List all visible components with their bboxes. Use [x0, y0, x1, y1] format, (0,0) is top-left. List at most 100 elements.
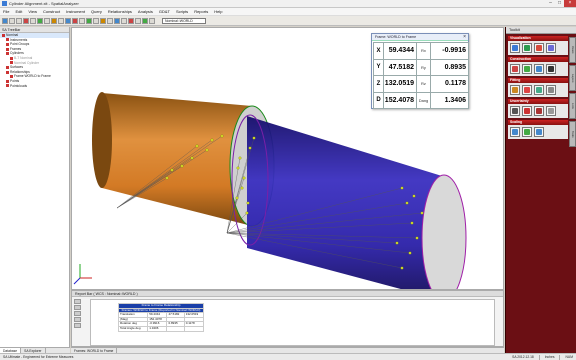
tree-list: Nominal Instruments Point Groups Frames Cyli…	[0, 33, 69, 88]
status-separator	[559, 354, 561, 360]
tree-node-icon	[6, 42, 9, 46]
menu-relationships[interactable]: Relationships	[108, 9, 132, 14]
menu-view[interactable]: View	[28, 9, 37, 14]
report-new-icon[interactable]	[74, 299, 81, 304]
rotate-icon[interactable]	[72, 17, 78, 24]
menu-scripts[interactable]: Scripts	[176, 9, 188, 14]
toolkit-button[interactable]	[510, 106, 520, 116]
transform-title: Frame: WORLD to Frame	[375, 35, 417, 39]
toolkit-button[interactable]	[534, 43, 544, 53]
maximize-icon[interactable]: □	[555, 0, 564, 7]
side-tab-lists[interactable]: Lists	[569, 93, 576, 119]
tool-icon	[512, 66, 518, 72]
toolkit-button-row	[508, 62, 568, 76]
menu-edit[interactable]: Edit	[15, 9, 22, 14]
measure-icon[interactable]	[121, 17, 127, 24]
minimize-icon[interactable]: –	[546, 0, 555, 7]
toolkit-button[interactable]	[534, 85, 544, 95]
menu-construct[interactable]: Construct	[43, 9, 60, 14]
point-icon[interactable]	[128, 17, 134, 24]
axis-label: Z	[373, 75, 384, 93]
menu-instrument[interactable]: Instrument	[66, 9, 85, 14]
toolkit-button[interactable]	[510, 43, 520, 53]
table-row: X 59.4344 Rx -0.9916	[373, 42, 469, 60]
menu-file[interactable]: File	[3, 9, 9, 14]
tool-icon	[536, 108, 542, 114]
save-icon[interactable]	[16, 17, 22, 24]
toolkit-button[interactable]	[546, 64, 556, 74]
frame-icon[interactable]	[135, 17, 141, 24]
close-icon[interactable]: ×	[463, 34, 466, 40]
toolkit-group: Uncertainty	[508, 99, 568, 118]
report-export-icon[interactable]	[74, 323, 81, 328]
side-tab-views[interactable]: Views	[569, 37, 576, 63]
undo-icon[interactable]	[51, 17, 57, 24]
toolkit-button-row	[508, 83, 568, 97]
toolkit-button[interactable]	[510, 85, 520, 95]
nominal-cylinder[interactable]	[92, 92, 275, 227]
new-icon[interactable]	[2, 17, 8, 24]
toolkit-button[interactable]	[510, 127, 520, 137]
open-icon[interactable]	[9, 17, 15, 24]
report-print-icon[interactable]	[74, 305, 81, 310]
side-tab-tools[interactable]: Tools	[569, 121, 576, 147]
cut-icon[interactable]	[30, 17, 36, 24]
redo-icon[interactable]	[58, 17, 64, 24]
measured-cylinder[interactable]	[231, 114, 467, 290]
settings-icon[interactable]	[149, 17, 155, 24]
rot-label: Ry	[416, 58, 431, 76]
toolkit-button[interactable]	[522, 106, 532, 116]
toolkit-button[interactable]	[546, 85, 556, 95]
report-header: Report Bar ( WCS : Nominal::WORLD )	[72, 291, 503, 297]
paste-icon[interactable]	[44, 17, 50, 24]
menu-help[interactable]: Help	[214, 9, 222, 14]
side-view-icon[interactable]	[114, 17, 120, 24]
toolkit-button[interactable]	[534, 127, 544, 137]
menu-reports[interactable]: Reports	[194, 9, 208, 14]
main-toolbar: Nominal::WORLD	[0, 16, 576, 26]
toolkit-button[interactable]	[546, 43, 556, 53]
tool-icon	[548, 66, 554, 72]
zoom-icon[interactable]	[65, 17, 71, 24]
fit-view-icon[interactable]	[86, 17, 92, 24]
axis-label: Y	[373, 58, 384, 76]
toolkit-button[interactable]	[510, 64, 520, 74]
tool-icon	[536, 66, 542, 72]
copy-icon[interactable]	[37, 17, 43, 24]
side-tab-layers[interactable]: Layers	[569, 65, 576, 91]
report-copy-icon[interactable]	[74, 311, 81, 316]
transform-readout[interactable]: Frame: WORLD to Frame × X 59.4344 Rx -0.…	[371, 33, 469, 109]
toolkit-button[interactable]	[546, 106, 556, 116]
toolkit-button[interactable]	[522, 64, 532, 74]
axis-value: 152.4078	[383, 91, 417, 109]
pan-icon[interactable]	[79, 17, 85, 24]
tree-node-icon	[2, 33, 5, 37]
toolkit-button[interactable]	[522, 43, 532, 53]
tree-item[interactable]: Pointclouds	[0, 84, 69, 89]
close-icon[interactable]: ×	[564, 0, 576, 7]
toolkit-button[interactable]	[534, 106, 544, 116]
print-icon[interactable]	[23, 17, 29, 24]
toolkit-group: Construction	[508, 57, 568, 76]
report-delete-icon[interactable]	[74, 317, 81, 322]
rot-value: -0.9916	[430, 42, 469, 60]
toolkit-header: Toolkit	[506, 27, 576, 34]
menu-query[interactable]: Query	[91, 9, 102, 14]
rot-value: 1.3406	[430, 91, 469, 109]
iso-view-icon[interactable]	[93, 17, 99, 24]
rot-label: Dang	[416, 91, 431, 109]
toolkit-button[interactable]	[522, 85, 532, 95]
frame-select[interactable]: Nominal::WORLD	[162, 17, 206, 24]
report-icon[interactable]	[142, 17, 148, 24]
tool-icon	[548, 45, 554, 51]
cell	[183, 326, 205, 332]
top-view-icon[interactable]	[100, 17, 106, 24]
menu-analysis[interactable]: Analysis	[138, 9, 153, 14]
tree-node-icon	[6, 65, 9, 69]
front-view-icon[interactable]	[107, 17, 113, 24]
menu-gdt[interactable]: GD&T	[159, 9, 170, 14]
toolkit-button[interactable]	[522, 127, 532, 137]
tool-icon	[512, 129, 518, 135]
toolkit-button[interactable]	[534, 64, 544, 74]
rot-label: Rx	[416, 42, 431, 60]
